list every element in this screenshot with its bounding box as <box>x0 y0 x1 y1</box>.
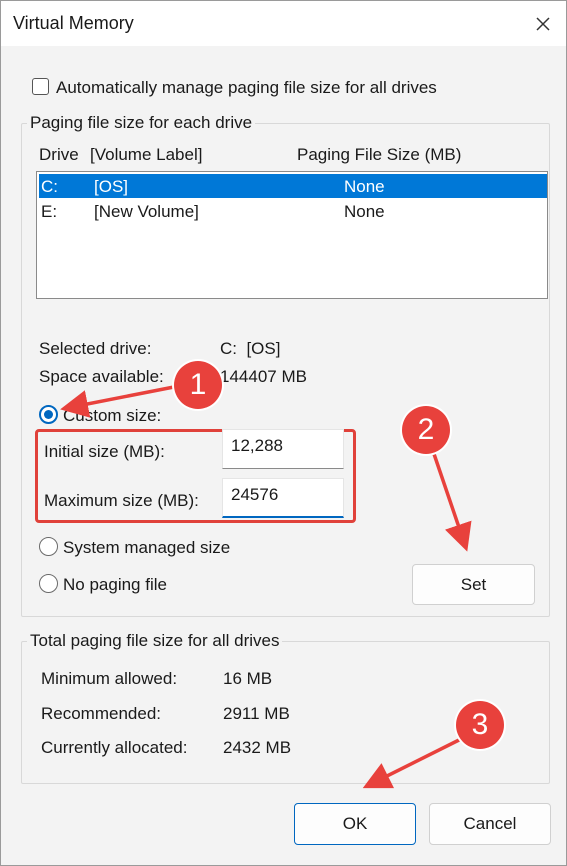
virtual-memory-dialog: Virtual Memory Automatically manage pagi… <box>0 0 567 866</box>
annotation-badge-1: 1 <box>174 361 222 409</box>
annotation-badge-3: 3 <box>456 701 504 749</box>
annotation-arrow-1 <box>60 384 180 418</box>
annotation-arrow-2 <box>431 450 472 552</box>
annotation-badge-2: 2 <box>402 406 450 454</box>
annotation-arrow-3 <box>362 737 462 789</box>
